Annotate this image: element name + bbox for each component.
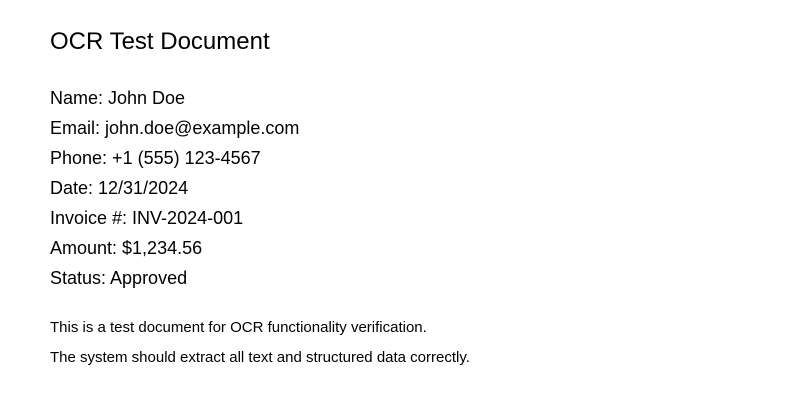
field-amount: Amount: $1,234.56 (50, 238, 203, 258)
document-title: OCR Test Document (50, 28, 270, 55)
field-date: Date: 12/31/2024 (50, 178, 189, 198)
field-phone: Phone: +1 (555) 123-4567 (50, 148, 261, 168)
field-invoice-number: Invoice #: INV-2024-001 (50, 208, 244, 228)
notes: This is a test document for OCR function… (50, 313, 470, 373)
field-email: Email: john.doe@example.com (50, 118, 300, 138)
note-line-2: The system should extract all text and s… (50, 349, 470, 366)
field-name: Name: John Doe (50, 88, 186, 108)
note-line-1: This is a test document for OCR function… (50, 319, 427, 336)
field-list: Name: John Doe Email: john.doe@example.c… (50, 83, 299, 293)
field-status: Status: Approved (50, 268, 188, 288)
